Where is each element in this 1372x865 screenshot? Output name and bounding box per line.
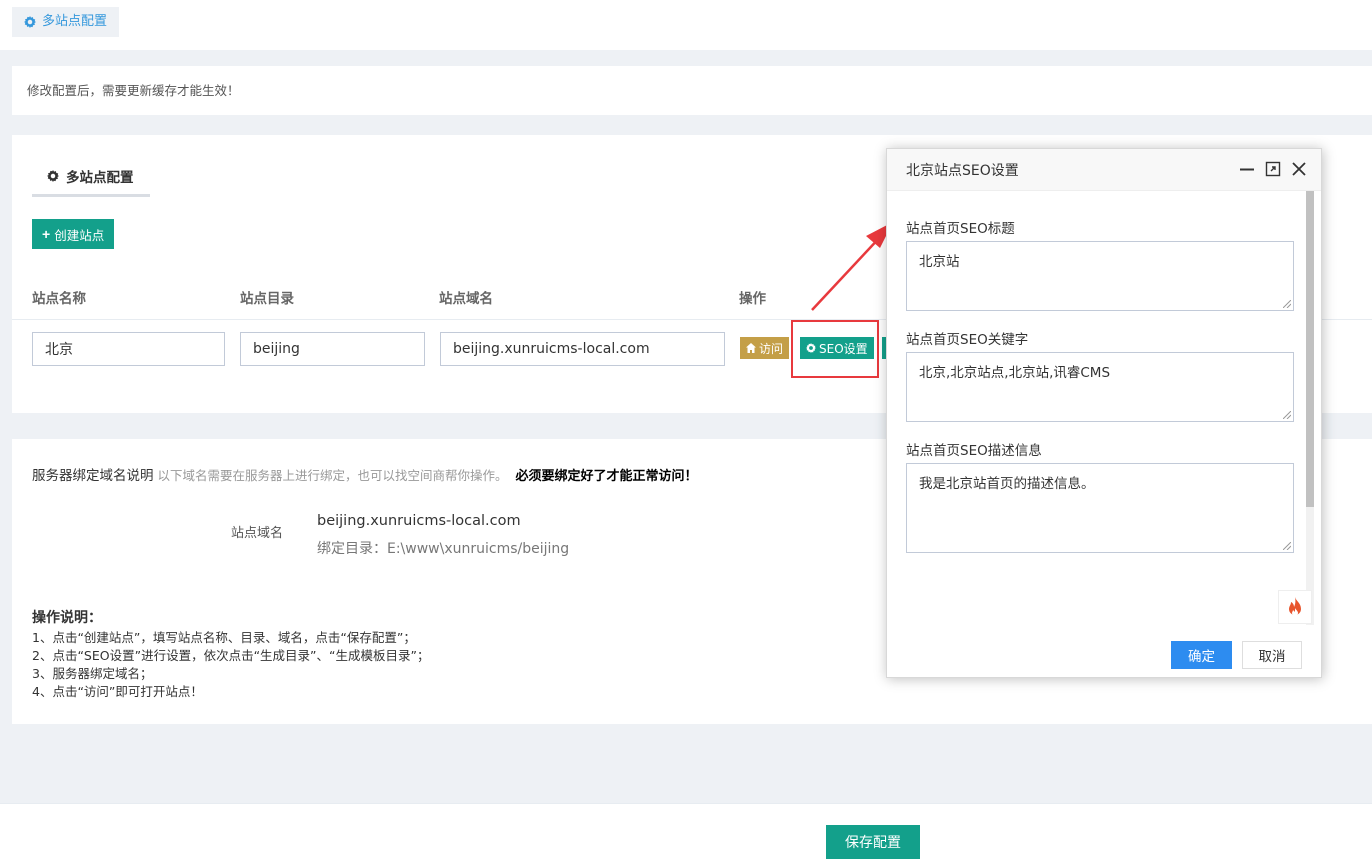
- top-bar: 多站点配置: [0, 0, 1372, 50]
- create-site-label: 创建站点: [54, 228, 105, 243]
- annotation-highlight-box: [791, 320, 879, 378]
- seo-keywords-label: 站点首页SEO关键字: [906, 332, 1029, 348]
- footer-bar: 保存配置: [0, 803, 1372, 865]
- instruction-step: 1、点击“创建站点”，填写站点名称、目录、域名，点击“保存配置”；: [32, 630, 416, 645]
- close-icon[interactable]: [1291, 161, 1307, 177]
- resize-grip-icon[interactable]: [1283, 542, 1291, 550]
- seo-description-textarea[interactable]: 我是北京站首页的描述信息。: [906, 463, 1294, 553]
- site-dir-input[interactable]: [240, 332, 425, 366]
- home-icon: [746, 343, 756, 353]
- bind-directory: 绑定目录：E:\www\xunruicms/beijing: [317, 541, 570, 557]
- seo-keywords-textarea[interactable]: 北京,北京站点,北京站,讯睿CMS: [906, 352, 1294, 422]
- seo-description-value: 我是北京站首页的描述信息。: [919, 476, 1095, 492]
- gear-icon: [24, 16, 36, 28]
- column-header-name: 站点名称: [32, 291, 86, 307]
- binding-heading: 服务器绑定域名说明 以下域名需要在服务器上进行绑定，也可以找空间商帮你操作。 必须要…: [32, 464, 698, 484]
- column-header-domain: 站点域名: [439, 291, 493, 307]
- binding-hint: 以下域名需要在服务器上进行绑定，也可以找空间商帮你操作。: [157, 468, 508, 483]
- seo-title-textarea[interactable]: 北京站: [906, 241, 1294, 311]
- maximize-icon[interactable]: [1265, 161, 1281, 177]
- cache-notice: 修改配置后，需要更新缓存才能生效！: [12, 66, 1372, 115]
- resize-grip-icon[interactable]: [1283, 411, 1291, 419]
- instruction-step: 2、点击“SEO设置”进行设置，依次点击“生成目录”、“生成模板目录”；: [32, 648, 430, 663]
- dialog-header: 北京站点SEO设置: [887, 149, 1321, 191]
- dialog-scrollbar[interactable]: [1306, 191, 1314, 625]
- domain-label: 站点域名: [231, 526, 284, 541]
- instruction-step: 4、点击“访问”即可打开站点！: [32, 684, 203, 699]
- plus-icon: +: [42, 226, 51, 242]
- tab-label: 多站点配置: [66, 169, 134, 186]
- dialog-body: 站点首页SEO标题 北京站 站点首页SEO关键字 北京,北京站点,北京站,讯睿C…: [887, 191, 1307, 625]
- seo-description-label: 站点首页SEO描述信息: [906, 443, 1042, 459]
- column-header-actions: 操作: [739, 291, 766, 307]
- instruction-step: 3、服务器绑定域名；: [32, 666, 153, 681]
- dialog-title: 北京站点SEO设置: [906, 162, 1019, 179]
- minimize-icon[interactable]: [1239, 161, 1255, 177]
- seo-title-label: 站点首页SEO标题: [906, 221, 1015, 237]
- binding-warning: 必须要绑定好了才能正常访问！: [515, 469, 698, 484]
- create-site-button[interactable]: + 创建站点: [32, 219, 115, 249]
- confirm-button[interactable]: 确定: [1171, 641, 1232, 669]
- binding-title: 服务器绑定域名说明: [32, 468, 154, 484]
- breadcrumb-label: 多站点配置: [42, 14, 108, 29]
- seo-title-value: 北京站: [919, 254, 960, 270]
- visit-label: 访问: [759, 341, 784, 356]
- instructions-heading: 操作说明：: [32, 610, 102, 626]
- column-header-dir: 站点目录: [240, 291, 294, 307]
- visit-button[interactable]: 访问: [740, 337, 790, 359]
- save-config-button[interactable]: 保存配置: [826, 825, 920, 859]
- fire-icon[interactable]: [1278, 590, 1312, 624]
- resize-grip-icon[interactable]: [1283, 300, 1291, 308]
- seo-dialog: 北京站点SEO设置 站点首页SEO标题 北京站 站点首页SEO关键字 北京,北京…: [886, 148, 1322, 678]
- scrollbar-thumb[interactable]: [1306, 191, 1314, 507]
- domain-value: beijing.xunruicms-local.com: [317, 513, 521, 529]
- tab-multi-site-config[interactable]: 多站点配置: [32, 157, 150, 197]
- seo-keywords-value: 北京,北京站点,北京站,讯睿CMS: [919, 365, 1111, 381]
- breadcrumb-tab[interactable]: 多站点配置: [12, 7, 120, 37]
- site-domain-input[interactable]: [440, 332, 725, 366]
- instructions: 操作说明： 1、点击“创建站点”，填写站点名称、目录、域名，点击“保存配置”； …: [32, 609, 429, 701]
- site-name-input[interactable]: [32, 332, 225, 366]
- cancel-button[interactable]: 取消: [1242, 641, 1302, 669]
- gear-icon: [47, 169, 59, 182]
